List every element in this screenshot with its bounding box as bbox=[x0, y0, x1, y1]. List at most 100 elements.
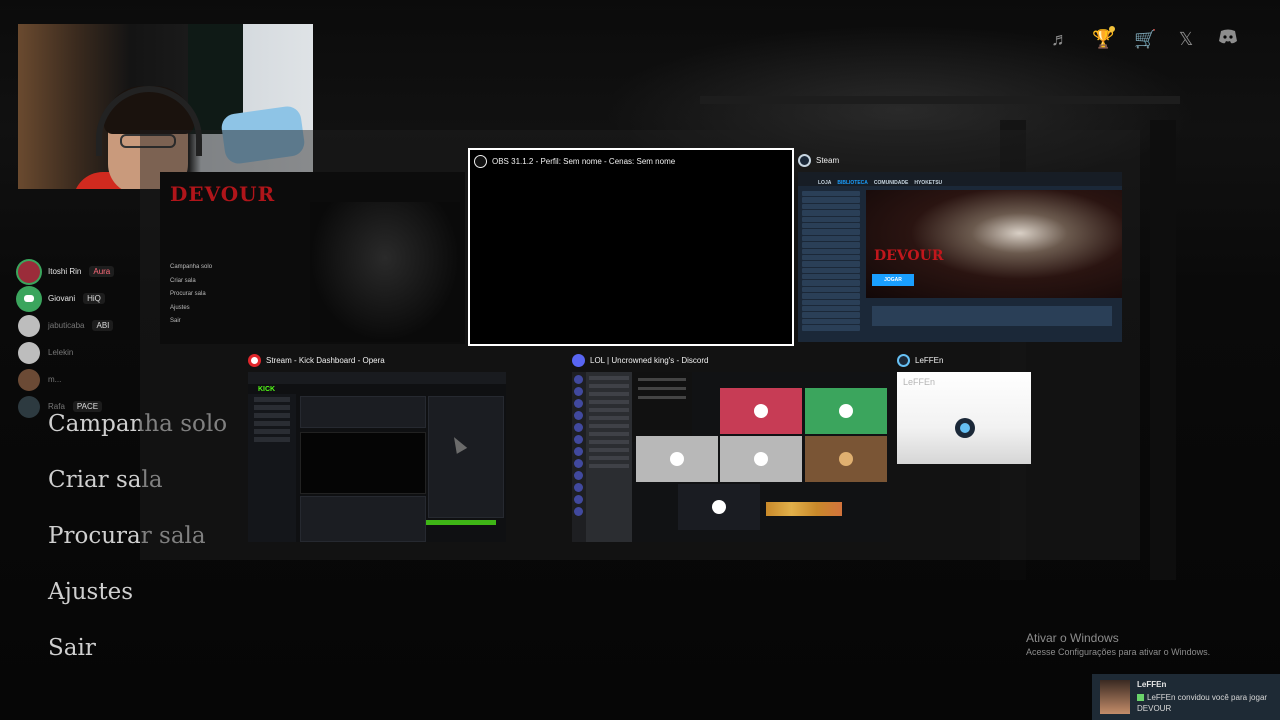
window-thumbnail: LOJA BIBLIOTECA COMUNIDADE HYOKETSU DEVO… bbox=[798, 172, 1122, 342]
devour-logo: DEVOUR bbox=[170, 182, 276, 206]
voice-user-badge: PACE bbox=[72, 401, 103, 412]
devour-scene bbox=[310, 202, 460, 342]
toast-game: DEVOUR bbox=[1137, 704, 1172, 713]
voice-tile bbox=[678, 484, 760, 530]
window-thumbnail: KICK bbox=[248, 372, 506, 542]
steam-play-button: JOGAR bbox=[872, 274, 914, 286]
activation-subtitle: Acesse Configurações para ativar o Windo… bbox=[1026, 647, 1211, 657]
leffen-card: LeFFEn bbox=[897, 372, 1031, 464]
voice-tile bbox=[720, 436, 802, 482]
task-switcher: DEVOUR Campanha solo Criar sala Procurar… bbox=[140, 130, 1140, 560]
steam-invite-toast[interactable]: LeFFEn LeFFEn convidou você para jogar D… bbox=[1092, 674, 1280, 720]
avatar bbox=[18, 260, 40, 283]
steam-nav-item: LOJA bbox=[818, 180, 832, 186]
kick-topbar bbox=[248, 372, 506, 384]
voice-user-name: Giovani bbox=[48, 294, 76, 303]
discord-icon bbox=[572, 353, 585, 367]
discord-channel-list bbox=[586, 372, 632, 542]
steam-chat-icon bbox=[897, 353, 910, 367]
toast-message: LeFFEn convidou você para jogar DEVOUR bbox=[1137, 692, 1277, 714]
steam-nav-item: HYOKETSU bbox=[914, 180, 943, 186]
voice-user-name: Itoshi Rin bbox=[48, 267, 82, 276]
leffen-thumb-name: LeFFEn bbox=[903, 377, 936, 387]
window-discord[interactable]: LOL | Uncrowned king's - Discord bbox=[572, 352, 890, 548]
voice-user-badge: HiQ bbox=[83, 293, 105, 304]
avatar bbox=[18, 395, 40, 418]
kick-logo: KICK bbox=[258, 386, 276, 393]
trophy-icon[interactable]: 🏆 bbox=[1092, 26, 1115, 50]
window-title: Steam bbox=[798, 152, 839, 168]
kick-activity-panel bbox=[300, 496, 426, 542]
steam-game-logo: DEVOUR bbox=[874, 248, 944, 264]
ceiling-beam bbox=[700, 96, 1180, 104]
window-title-text: Steam bbox=[816, 155, 840, 165]
steam-nav-item: COMUNIDADE bbox=[873, 180, 909, 186]
kick-stats-panel bbox=[300, 396, 426, 428]
avatar bbox=[18, 368, 40, 391]
cart-icon[interactable]: 🛒 bbox=[1134, 28, 1156, 50]
window-title-text: LOL | Uncrowned king's - Discord bbox=[590, 355, 709, 365]
game-icon bbox=[1137, 694, 1144, 702]
devour-thumb-menu-item: Procurar sala bbox=[170, 291, 206, 297]
steam-activity-panel bbox=[872, 306, 1112, 326]
avatar bbox=[1100, 680, 1130, 714]
voice-tile bbox=[720, 388, 802, 434]
menu-item-ajustes[interactable]: Ajustes bbox=[48, 573, 308, 629]
window-thumbnail bbox=[572, 372, 890, 542]
window-thumbnail: DEVOUR Campanha solo Criar sala Procurar… bbox=[160, 172, 465, 344]
voice-tile bbox=[636, 436, 718, 482]
toast-sender: LeFFEn bbox=[1137, 680, 1167, 689]
window-title-text: LeFFEn bbox=[915, 355, 944, 365]
notification-dot bbox=[1109, 26, 1115, 32]
window-title: OBS 31.1.2 - Perfil: Sem nome - Cenas: S… bbox=[474, 153, 675, 169]
avatar bbox=[18, 287, 40, 310]
voice-user-name: Rafa bbox=[48, 402, 65, 411]
window-title: LeFFEn bbox=[897, 352, 943, 368]
voice-user-badge: Aura bbox=[89, 266, 115, 277]
music-icon[interactable]: ♬ bbox=[1050, 28, 1070, 50]
window-title-text: OBS 31.1.2 - Perfil: Sem nome - Cenas: S… bbox=[492, 156, 676, 166]
steam-nav-item: BIBLIOTECA bbox=[837, 180, 868, 186]
discord-server-list bbox=[572, 372, 586, 542]
steam-icon bbox=[798, 153, 811, 167]
activity-thumbnails bbox=[766, 502, 842, 516]
devour-thumb-menu: Campanha solo Criar sala Procurar sala A… bbox=[170, 264, 212, 332]
menu-item-sair[interactable]: Sair bbox=[48, 629, 308, 685]
avatar bbox=[18, 341, 40, 364]
obs-icon bbox=[474, 154, 487, 168]
toast-message-text: LeFFEn convidou você para jogar bbox=[1147, 693, 1268, 702]
windows-activation-watermark: Ativar o Windows Acesse Configurações pa… bbox=[1026, 631, 1210, 657]
steam-library-list bbox=[798, 190, 864, 342]
x-twitter-icon[interactable]: 𝕏 bbox=[1176, 28, 1196, 50]
devour-thumb-menu-item: Criar sala bbox=[170, 277, 196, 284]
voice-user-badge: ABI bbox=[92, 320, 114, 331]
window-devour[interactable]: DEVOUR Campanha solo Criar sala Procurar… bbox=[160, 152, 465, 344]
voice-tile bbox=[805, 388, 887, 434]
voice-user-name: m... bbox=[48, 375, 62, 384]
kick-preview bbox=[300, 432, 426, 494]
window-leffen-chat[interactable]: LeFFEn LeFFEn bbox=[897, 352, 1037, 472]
window-steam[interactable]: Steam LOJA BIBLIOTECA COMUNIDADE HYOKETS… bbox=[798, 152, 1122, 344]
window-obs[interactable]: OBS 31.1.2 - Perfil: Sem nome - Cenas: S… bbox=[468, 148, 794, 346]
devour-thumb-menu-item: Ajustes bbox=[170, 304, 190, 311]
kick-chat-input bbox=[426, 520, 496, 525]
voice-user-name: Lelekin bbox=[48, 348, 74, 357]
kick-chat-panel bbox=[428, 396, 504, 518]
top-icon-bar: ♬ 🏆 🛒 𝕏 bbox=[1050, 26, 1238, 50]
room-pillar bbox=[1150, 120, 1176, 580]
devour-thumb-menu-item: Sair bbox=[170, 318, 181, 324]
kick-sidebar bbox=[248, 394, 296, 542]
steam-logo-icon bbox=[955, 418, 975, 438]
discord-invite-panel bbox=[632, 372, 692, 442]
discord-icon[interactable] bbox=[1218, 28, 1238, 50]
window-title: Stream - Kick Dashboard - Opera bbox=[248, 352, 385, 368]
steam-nav: LOJA BIBLIOTECA COMUNIDADE HYOKETSU bbox=[818, 180, 942, 186]
opera-icon bbox=[248, 353, 261, 367]
window-title: LOL | Uncrowned king's - Discord bbox=[572, 352, 708, 368]
devour-thumb-menu-item: Campanha solo bbox=[170, 264, 213, 270]
window-opera-kick[interactable]: Stream - Kick Dashboard - Opera KICK bbox=[248, 352, 566, 548]
window-thumbnail: LeFFEn bbox=[897, 372, 1031, 464]
voice-tile bbox=[805, 436, 887, 482]
avatar bbox=[18, 314, 40, 337]
activation-title: Ativar o Windows bbox=[1026, 631, 1119, 645]
